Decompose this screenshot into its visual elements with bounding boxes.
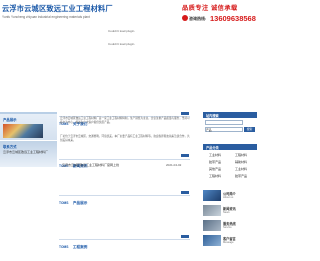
products-title-en: TOMS [59,201,69,205]
hotline-label: 咨询热线: [189,16,207,21]
company-name-cn: 云浮市云城区致远工业工程材料厂 [2,4,113,13]
side-news-thumb[interactable] [203,235,221,246]
products-divider [59,195,190,196]
about-more-button[interactable] [181,112,189,115]
category-item[interactable]: 胶带产品 [235,174,247,178]
cases-more-button[interactable] [181,235,189,238]
left-contact-text: 云浮市云城区致远工业工程材料厂 [3,150,49,154]
cases-title-en: TOMS [59,245,69,249]
slogan: 品质专注 诚信承载 [182,5,238,12]
news-more-button[interactable] [181,154,189,157]
news-item-date: 2021-04-02 [166,163,182,167]
search-panel-title: 站内搜索 [206,114,219,118]
category-item[interactable]: 胶带产品 [209,160,221,164]
category-item[interactable]: 其他产品 [209,167,221,171]
banner-plugin-placeholder: Couldn't load plugin. [108,42,136,46]
search-category-select[interactable]: 产品 [205,127,243,132]
cases-title-cn: 工程案例 [72,245,88,249]
about-text-2: 厂址位于云浮市云城区，交通便利，环境优美。本厂主要产品有工业工程材料等，欢迎各界… [60,135,190,142]
search-input[interactable] [205,120,243,125]
category-item[interactable]: 工程材料 [209,174,221,178]
side-news-sub: Service [223,226,232,229]
side-news-thumb[interactable] [203,220,221,231]
side-news-sub: News [223,211,230,214]
news-item-link[interactable]: 云浮市云城区致远工业工程材料厂官网上线 [62,163,119,167]
cases-heading: TOMS 工程案例 [59,235,87,253]
cases-divider [59,239,190,240]
products-title-cn: 产品展示 [72,201,88,205]
product-image[interactable] [3,124,43,138]
side-news-sub: About us [223,196,234,199]
category-panel-title: 产品分类 [206,146,219,150]
left-contact-title: 联系方式 [3,145,17,149]
hotline-number: 13609638568 [210,13,256,23]
side-news-thumb[interactable] [203,205,221,216]
side-news-thumb[interactable] [203,190,221,201]
products-more-button[interactable] [181,191,189,194]
category-item[interactable]: 辅助材料 [235,160,247,164]
category-item[interactable]: 工程材料 [235,153,247,157]
search-button[interactable]: 搜索 [244,127,255,132]
nav-plugin-placeholder: Couldn't load plugin. [108,29,136,33]
company-name-en: Yunfu Yuncheng zhiyuan industrial engine… [2,15,90,19]
side-news-sub: Message [223,241,234,244]
category-item[interactable]: 工业材料 [209,153,221,157]
about-text-1: 云浮市云城区致远工业工程材料厂是一家工业工程材料特制，生产销售为主业，企业注重产… [60,117,190,124]
news-divider [59,159,190,160]
products-heading: TOMS 产品展示 [59,191,87,209]
category-item[interactable]: 工业材料 [235,167,247,171]
left-products-title: 产品展示 [3,118,17,122]
phone-icon [182,15,188,21]
